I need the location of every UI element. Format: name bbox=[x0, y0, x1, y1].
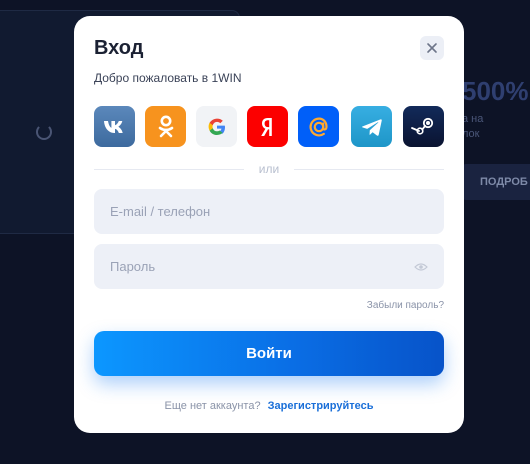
modal-title: Вход bbox=[94, 37, 144, 59]
background-details-button: ПОДРОБ bbox=[462, 164, 530, 200]
email-phone-input[interactable] bbox=[94, 189, 444, 234]
background-promo-line: лок bbox=[462, 128, 480, 140]
password-input[interactable] bbox=[94, 244, 444, 289]
google-icon bbox=[208, 118, 225, 135]
background-promo-text: а на лок bbox=[462, 112, 483, 142]
ok-login-button[interactable] bbox=[145, 106, 186, 147]
steam-login-button[interactable] bbox=[403, 106, 444, 147]
login-modal: Вход Добро пожаловать в 1WIN или E-mail … bbox=[74, 16, 464, 433]
show-password-eye-icon[interactable] bbox=[414, 262, 428, 272]
vk-login-button[interactable] bbox=[94, 106, 135, 147]
close-icon bbox=[427, 43, 437, 53]
mail-login-button[interactable] bbox=[298, 106, 339, 147]
no-account-text: Еще нет аккаунта? bbox=[164, 400, 261, 412]
signup-row: Еще нет аккаунта? Зарегистрируйтесь bbox=[74, 400, 464, 412]
close-button[interactable] bbox=[420, 36, 444, 60]
odnoklassniki-icon bbox=[158, 115, 173, 137]
social-login-row bbox=[94, 106, 444, 147]
yandex-login-button[interactable] bbox=[247, 106, 288, 147]
mail-at-icon bbox=[309, 116, 328, 136]
login-button[interactable]: Войти bbox=[94, 331, 444, 376]
yandex-icon bbox=[260, 117, 272, 136]
vk-icon bbox=[103, 120, 123, 133]
forgot-password-link[interactable]: Забыли пароль? bbox=[367, 300, 444, 311]
or-divider: или bbox=[94, 162, 444, 176]
telegram-login-button[interactable] bbox=[351, 106, 392, 147]
or-label: или bbox=[258, 162, 280, 176]
modal-subtitle: Добро пожаловать в 1WIN bbox=[94, 71, 242, 85]
steam-icon bbox=[410, 117, 433, 135]
register-link[interactable]: Зарегистрируйтесь bbox=[268, 400, 374, 412]
google-login-button[interactable] bbox=[196, 106, 237, 147]
background-promo-line: а на bbox=[462, 113, 484, 125]
telegram-icon bbox=[361, 118, 382, 136]
background-promo-percent: 500% bbox=[462, 76, 529, 106]
loading-spinner-icon bbox=[36, 124, 52, 140]
